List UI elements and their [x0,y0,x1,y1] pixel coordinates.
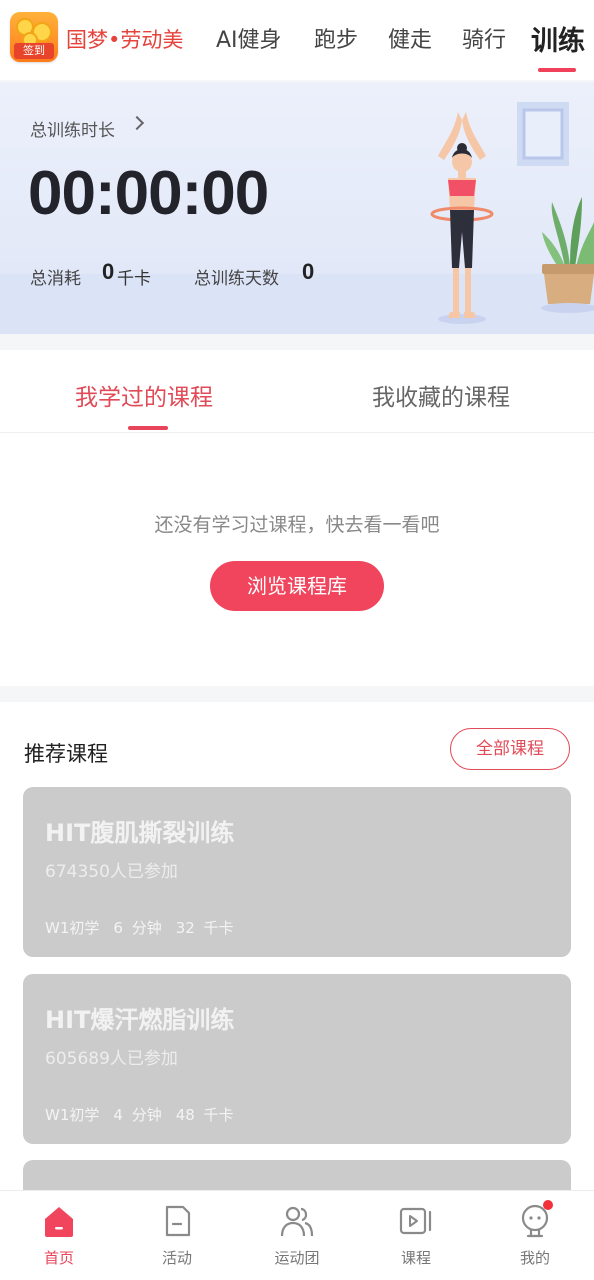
active-tab-indicator [538,68,576,72]
checkin-logo-button[interactable]: 签到 [10,12,58,62]
bottom-nav-label: 活动 [161,1249,192,1267]
recommended-courses-section: 推荐课程 全部课程 HIT腹肌撕裂训练 674350人已参加 W1初学 6 分钟 3… [0,702,594,1280]
course-duration: 6 分钟 [113,919,162,937]
bottom-nav-profile[interactable]: 我的 [476,1191,594,1280]
bottom-nav-home[interactable]: 首页 [0,1191,118,1280]
course-tab-indicator [128,426,168,430]
checkin-badge-label: 签到 [14,43,54,59]
bottom-nav-label: 运动团 [274,1249,320,1267]
course-calories: 32 千卡 [175,919,234,937]
tab-favorite-courses[interactable]: 我收藏的课程 [372,378,510,412]
empty-state-message: 还没有学习过课程，快去看一看吧 [154,514,440,536]
home-icon [45,1207,73,1237]
tab-cycling[interactable]: 骑行 [462,22,506,54]
course-video-icon [399,1207,432,1235]
course-level: W1初学 [45,919,100,937]
tab-running[interactable]: 跑步 [314,22,358,54]
top-nav: 签到 国梦•劳动美 AI健身 跑步 健走 骑行 训练 [0,0,594,80]
course-duration: 4 分钟 [113,1106,162,1124]
activity-icon [165,1205,191,1237]
bottom-nav-label: 我的 [519,1249,550,1267]
recommended-title: 推荐课程 [24,742,108,766]
course-name: HIT腹肌撕裂训练 [45,819,235,847]
tab-walking[interactable]: 健走 [388,22,432,54]
course-card[interactable]: HIT爆汗燃脂训练 605689人已参加 W1初学 4 分钟 48 千卡 [23,974,571,1144]
hula-hoop-woman-illustration [430,102,594,324]
brand-title[interactable]: 国梦•劳动美 [66,24,183,54]
group-icon [280,1206,314,1237]
course-level: W1初学 [45,1106,100,1124]
course-participants: 605689人已参加 [45,1049,178,1069]
training-days-value: 0 [302,259,315,284]
course-meta: W1初学 6 分钟 32 千卡 [45,917,248,938]
calories-unit: 千卡 [117,269,151,289]
tab-training[interactable]: 训练 [531,19,585,58]
total-duration-link[interactable]: 总训练时长 [30,116,115,141]
bottom-nav-courses[interactable]: 课程 [357,1191,475,1280]
calories-label: 总消耗 [30,269,81,289]
bottom-nav-group[interactable]: 运动团 [238,1191,356,1280]
all-courses-button[interactable]: 全部课程 [450,728,570,770]
my-courses-card: 我学过的课程 我收藏的课程 还没有学习过课程，快去看一看吧 浏览课程库 [0,350,594,686]
bottom-nav-label: 首页 [43,1249,74,1267]
chevron-right-icon[interactable] [129,115,145,131]
bottom-nav: 首页 活动 运动团 课程 我的 [0,1190,594,1280]
course-card[interactable]: HIT腹肌撕裂训练 674350人已参加 W1初学 6 分钟 32 千卡 [23,787,571,957]
training-days-label: 总训练天数 [194,269,279,289]
calories-value: 0 [102,259,115,284]
bottom-nav-activity[interactable]: 活动 [118,1191,236,1280]
bottom-nav-label: 课程 [400,1249,431,1267]
course-calories: 48 千卡 [175,1106,234,1124]
course-name: HIT爆汗燃脂训练 [45,1006,235,1034]
course-participants: 674350人已参加 [45,862,178,882]
divider [0,432,594,433]
course-meta: W1初学 4 分钟 48 千卡 [45,1104,248,1125]
tab-ai-fitness[interactable]: AI健身 [216,22,282,54]
total-duration-value: 00:00:00 [28,159,269,228]
training-summary: 总训练时长 00:00:00 总消耗 0 千卡 总训练天数 0 [0,82,594,334]
notification-badge [543,1200,553,1210]
browse-course-library-button[interactable]: 浏览课程库 [210,561,384,611]
tab-learned-courses[interactable]: 我学过的课程 [75,378,213,412]
